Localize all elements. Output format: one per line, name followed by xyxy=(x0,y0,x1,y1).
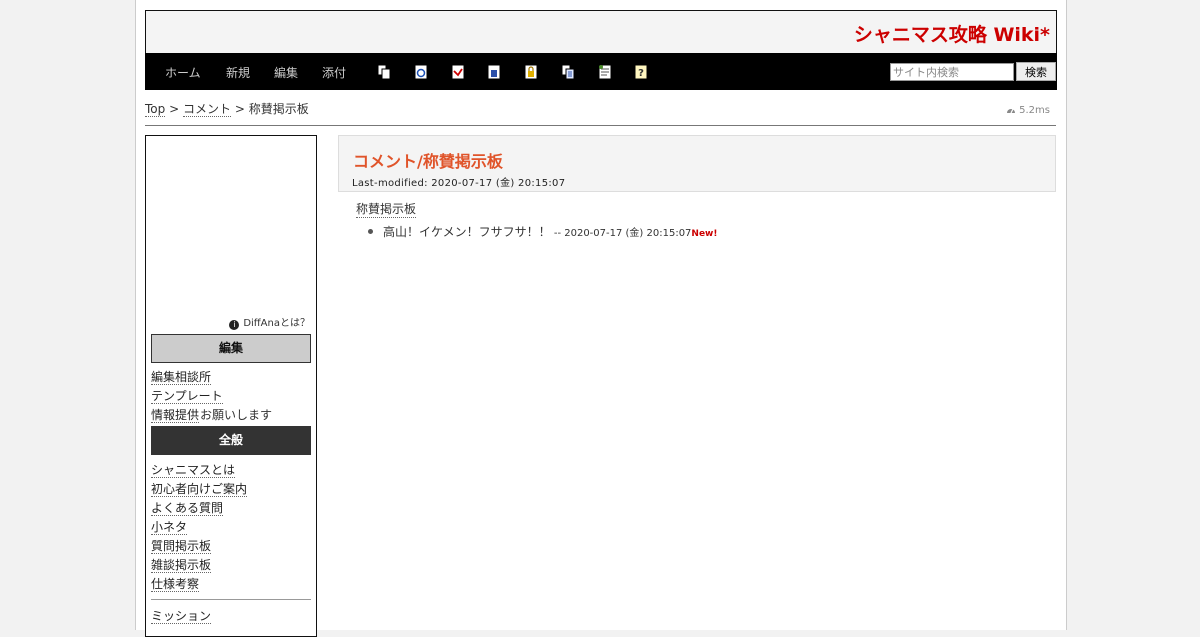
sidebar-section-general: 全般 xyxy=(151,426,311,455)
search-button[interactable]: 検索 xyxy=(1016,62,1056,81)
board-link[interactable]: 称賛掲示板 xyxy=(356,200,417,218)
recent-icon[interactable] xyxy=(598,64,612,80)
comment-list: 高山！イケメン！フサフサ！！ -- 2020-07-17 (金) 20:15:0… xyxy=(368,222,717,244)
svg-text:?: ? xyxy=(638,68,644,79)
sidebar-link-about[interactable]: シャニマスとは xyxy=(151,463,236,478)
page-timer: 5.2ms xyxy=(1006,105,1050,116)
breadcrumb-comment-link[interactable]: コメント xyxy=(182,102,231,117)
sidebar-link-spec[interactable]: 仕様考察 xyxy=(151,577,200,592)
page-container: シャニマス攻略 Wiki* ホーム 新規 編集 添付 ? サイト内検索 検索 T… xyxy=(135,0,1067,637)
site-search-input[interactable] xyxy=(890,63,1014,81)
nav-home-link[interactable]: ホーム xyxy=(165,64,201,81)
sidebar-link-mission[interactable]: ミッション xyxy=(151,609,212,624)
freeze-icon[interactable] xyxy=(524,64,538,80)
sidebar-link-faq[interactable]: よくある質問 xyxy=(151,501,224,516)
site-header: シャニマス攻略 Wiki* xyxy=(145,10,1057,54)
breadcrumb-current: 称賛掲示板 xyxy=(248,102,309,116)
sidebar: i DiffAnaとは？ 編集 編集相談所 テンプレート 情報提供 お願いします … xyxy=(145,135,317,637)
help-icon[interactable]: ? xyxy=(634,64,648,80)
site-title[interactable]: シャニマス攻略 Wiki* xyxy=(854,20,1050,47)
nav-attach-link[interactable]: 添付 xyxy=(322,64,346,81)
breadcrumb-separator: > xyxy=(234,102,245,116)
list-icon[interactable] xyxy=(561,64,575,80)
sidebar-link-chat-board[interactable]: 雑談掲示板 xyxy=(151,558,212,573)
backup-icon[interactable] xyxy=(487,64,501,80)
info-icon: i xyxy=(229,320,240,330)
sidebar-divider xyxy=(151,599,311,600)
nav-new-link[interactable]: 新規 xyxy=(226,64,250,81)
diffana-label: DiffAnaとは？ xyxy=(243,318,310,329)
comment-text: 高山！イケメン！フサフサ！！ xyxy=(383,225,551,239)
sidebar-link-info[interactable]: 情報提供 xyxy=(151,408,200,423)
breadcrumb-top-link[interactable]: Top xyxy=(145,102,166,117)
content-header: コメント/称賛掲示板 Last-modified: 2020-07-17 (金)… xyxy=(338,135,1056,192)
sidebar-link-beginner[interactable]: 初心者向けご案内 xyxy=(151,482,248,497)
comment-meta: -- 2020-07-17 (金) 20:15:07 xyxy=(550,228,692,239)
bullet xyxy=(368,229,373,234)
nav-bar: ホーム 新規 編集 添付 ? サイト内検索 検索 xyxy=(145,53,1057,90)
comment-item: 高山！イケメン！フサフサ！！ -- 2020-07-17 (金) 20:15:0… xyxy=(368,222,717,244)
last-modified: Last-modified: 2020-07-17 (金) 20:15:07 xyxy=(352,178,566,189)
sidebar-link-question-board[interactable]: 質問掲示板 xyxy=(151,539,212,554)
sidebar-link-edit-consult[interactable]: 編集相談所 xyxy=(151,370,212,385)
breadcrumb: Top > コメント > 称賛掲示板 xyxy=(145,100,309,117)
sidebar-info-suffix: お願いします xyxy=(200,408,273,422)
timer-value: 5.2ms xyxy=(1019,105,1050,116)
header-divider xyxy=(145,125,1056,126)
sidebar-link-template[interactable]: テンプレート xyxy=(151,389,223,404)
diff-icon[interactable] xyxy=(451,64,465,80)
sidebar-link-tips[interactable]: 小ネタ xyxy=(151,520,188,535)
breadcrumb-separator: > xyxy=(169,102,180,116)
page-title: コメント/称賛掲示板 xyxy=(353,152,503,171)
diffana-link[interactable]: i DiffAnaとは？ xyxy=(229,314,310,330)
new-badge: New! xyxy=(691,229,718,239)
sidebar-section-edit: 編集 xyxy=(151,334,311,363)
copy-icon[interactable] xyxy=(377,64,391,80)
nav-edit-link[interactable]: 編集 xyxy=(274,64,298,81)
reload-icon[interactable] xyxy=(414,64,428,80)
speedometer-icon xyxy=(1006,108,1015,114)
